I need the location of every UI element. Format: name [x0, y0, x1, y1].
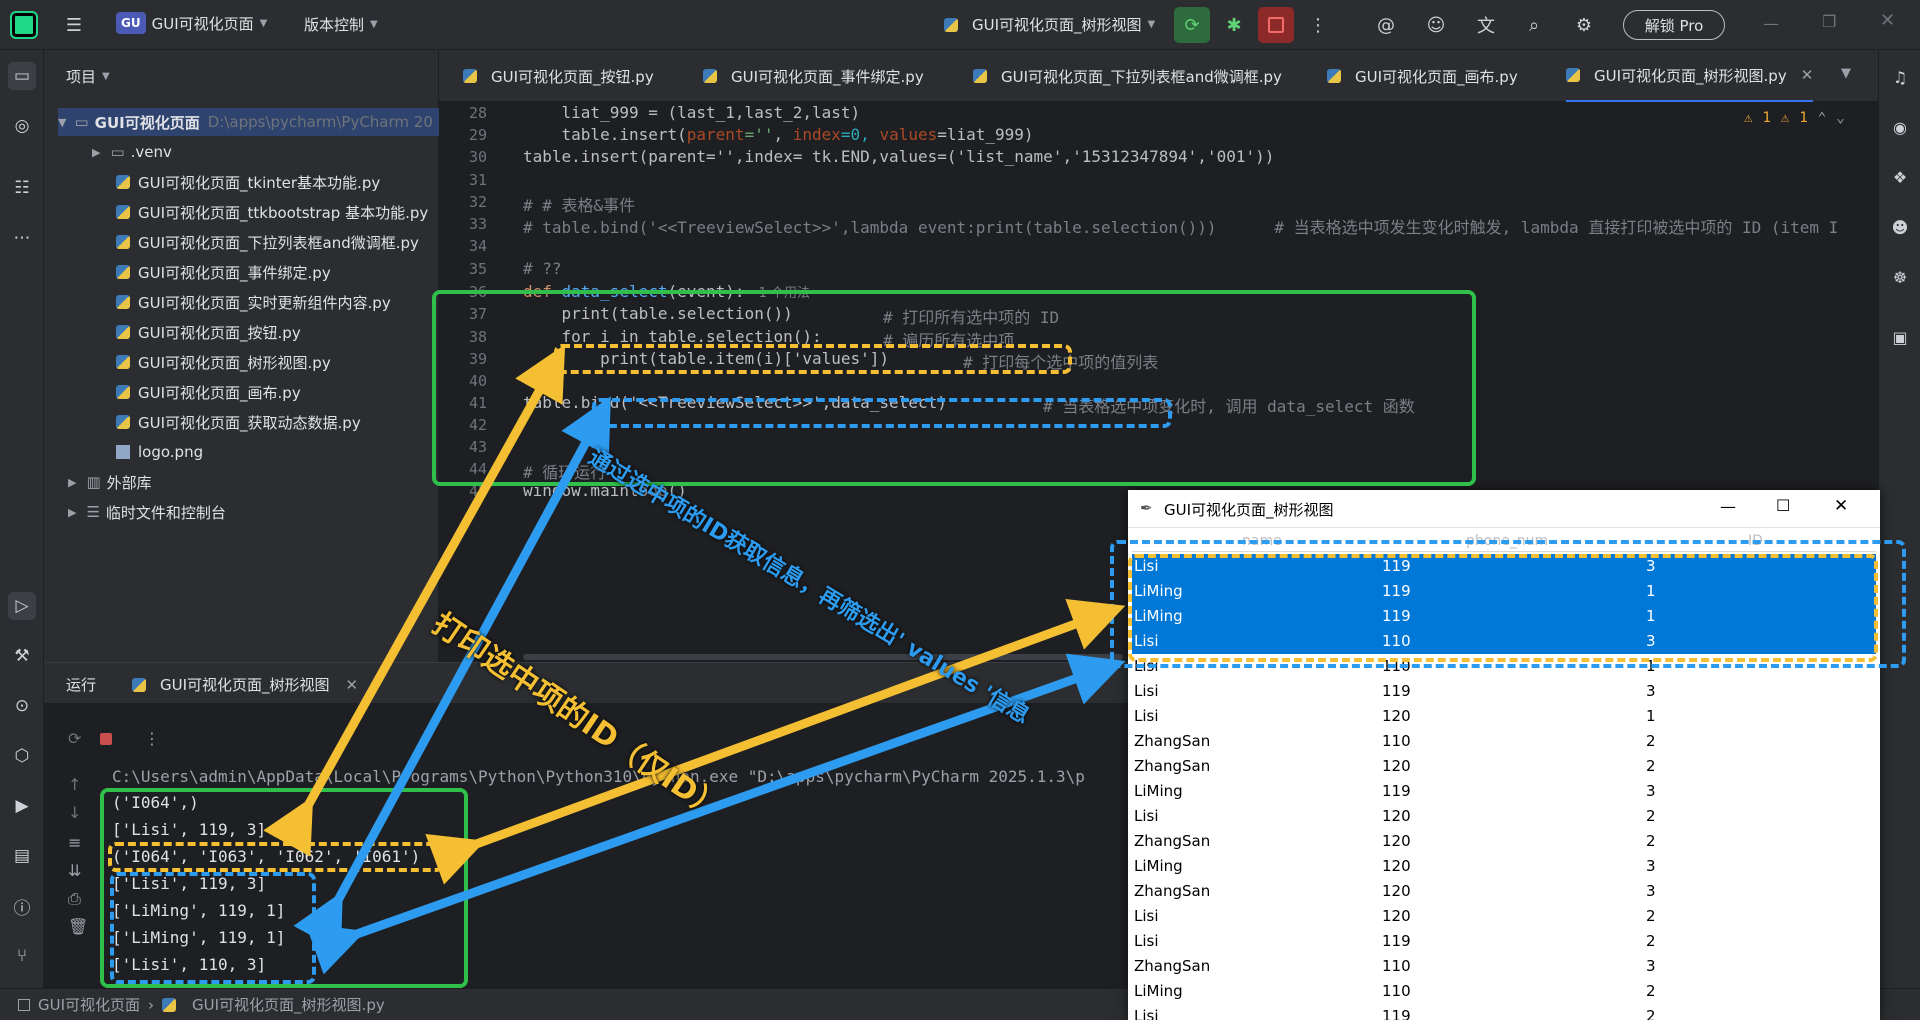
yellow-arrow-table — [425, 598, 1126, 885]
annotation-arrows — [263, 344, 1126, 975]
yellow-arrow-code — [263, 344, 566, 857]
blue-arrow-code — [293, 396, 611, 952]
